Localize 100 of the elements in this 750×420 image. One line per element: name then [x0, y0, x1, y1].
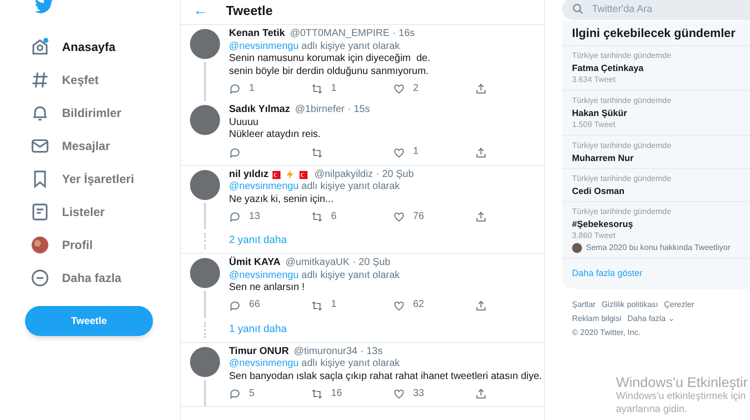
trend-item[interactable]: Türkiye tarihinde gündemde #Şebekesoruş 3.860 Tweet Sema 2020 bu konu hakkında Tweetliyor — [562, 202, 750, 259]
user-name[interactable]: Kenan Tetik — [229, 28, 285, 40]
footer-link[interactable]: Daha fazla ⌄ — [627, 312, 675, 324]
share-icon[interactable] — [475, 83, 487, 95]
trend-item[interactable]: Türkiye tarihinde gündemde Muharrem Nur — [562, 136, 750, 169]
count: 16 — [331, 388, 342, 400]
panel-title: Ilgini çekebilecek gündemler — [562, 21, 750, 46]
search-field[interactable]: Twitter'da Ara — [562, 0, 750, 20]
reply-icon[interactable] — [229, 83, 241, 95]
avatar[interactable] — [190, 346, 220, 376]
user-name[interactable]: Sadık Yılmaz — [229, 104, 290, 116]
tweet-time[interactable]: · 20 Şub — [352, 257, 390, 270]
reply-icon[interactable] — [229, 300, 241, 312]
page-title: Tweetle — [226, 2, 273, 20]
heart-icon[interactable] — [393, 211, 405, 223]
count: 5 — [249, 388, 255, 400]
activation-title: Windows'u Etkinleştir — [616, 374, 749, 391]
tweet-text: Uuuuu Nükleer ataydın reis. — [229, 116, 322, 142]
retweet-icon[interactable] — [311, 300, 323, 312]
lightning-icon — [285, 169, 296, 180]
tweet-time[interactable]: · 20 Şub — [376, 168, 414, 181]
mention-link[interactable]: @nevsinmengu — [229, 358, 299, 369]
reply-context: @nevsinmengu adlı kişiye yanıt olarak — [229, 181, 401, 194]
trend-item[interactable]: Türkiye tarihinde gündemde Hakan Şükür 1.509 Tweet — [562, 91, 750, 136]
footer-link[interactable]: Reklam bilgisi — [572, 312, 622, 324]
avatar[interactable] — [190, 105, 220, 135]
count: 1 — [249, 82, 255, 96]
heart-icon[interactable] — [393, 300, 405, 312]
retweet-icon[interactable] — [311, 83, 323, 95]
count: 1 — [331, 82, 337, 96]
tweet-text: Ne yazık ki, senin için... — [229, 194, 334, 206]
reply-context: @nevsinmengu adlı kişiye yanıt olarak — [229, 270, 401, 282]
count: 2 — [413, 82, 419, 96]
search-icon — [572, 3, 584, 15]
count: 13 — [249, 210, 260, 224]
count: 66 — [249, 299, 260, 312]
user-handle[interactable]: @0TT0MAN_EMPIRE — [290, 28, 390, 40]
more-replies-link[interactable]: 2 yanıt daha — [229, 233, 287, 249]
trend-item[interactable]: Türkiye tarihinde gündemde Cedi Osman — [562, 169, 750, 202]
footer-link[interactable]: Şartlar — [572, 298, 596, 310]
nav-item[interactable]: Daha fazla — [30, 261, 180, 294]
footer-link[interactable]: Çerezler — [664, 298, 694, 310]
avatar[interactable] — [190, 170, 220, 200]
user-name[interactable]: nil yıldız — [229, 168, 268, 181]
retweet-icon[interactable] — [311, 146, 323, 158]
reply-icon[interactable] — [229, 211, 241, 223]
nav-item[interactable]: Profil — [30, 228, 180, 261]
retweet-icon[interactable] — [311, 388, 323, 400]
tweet-text: Sen banyodan ıslak saçla çıkıp rahat rahat ihanet tweetleri atasın diye. — [229, 370, 543, 383]
user-name[interactable]: Timur ONUR — [229, 346, 289, 358]
reply-icon[interactable] — [229, 146, 241, 158]
user-handle[interactable]: @umitkayaUK — [286, 257, 350, 270]
heart-icon[interactable] — [393, 388, 405, 400]
reply-icon[interactable] — [229, 388, 241, 400]
tweet-time[interactable]: · 16s — [392, 28, 415, 40]
flag-icon — [298, 170, 310, 179]
nav-item[interactable]: Mesajlar — [30, 129, 180, 162]
avatar[interactable] — [190, 258, 220, 288]
nav-item[interactable]: Listeler — [30, 195, 180, 228]
tweet-time[interactable]: · 13s — [360, 346, 383, 358]
hashtag-icon — [30, 70, 50, 90]
heart-icon[interactable] — [393, 146, 405, 158]
share-icon[interactable] — [475, 211, 487, 223]
tweet-button[interactable]: Tweetle — [25, 306, 153, 336]
user-handle[interactable]: @1birnefer — [294, 104, 345, 116]
mention-link[interactable]: @nevsinmengu — [229, 270, 299, 280]
count: 76 — [413, 210, 424, 224]
share-icon[interactable] — [475, 300, 487, 312]
retweet-icon[interactable] — [311, 211, 323, 223]
nav-item[interactable]: Keşfet — [30, 63, 180, 96]
reply-context: @nevsinmengu adlı kişiye yanıt olarak — [229, 358, 401, 370]
mention-link[interactable]: @nevsinmengu — [229, 181, 299, 192]
nav-item[interactable]: Bildirimler — [30, 96, 180, 129]
count: 33 — [413, 388, 424, 400]
share-icon[interactable] — [475, 388, 487, 400]
nav-item[interactable]: Yer İşaretleri — [30, 162, 180, 195]
count: 1 — [413, 146, 419, 159]
nav-item[interactable]: Anasayfa — [30, 30, 180, 63]
reply-context: @nevsinmengu adlı kişiye yanıt olarak — [229, 40, 401, 53]
user-name[interactable]: Ümit KAYA — [229, 257, 280, 270]
footer-link[interactable]: Gizlilik politikası — [602, 298, 658, 310]
mention-link[interactable]: @nevsinmengu — [229, 40, 299, 52]
user-handle[interactable]: @timuronur34 — [294, 346, 358, 358]
tweet-time[interactable]: · 15s — [348, 104, 370, 116]
copyright-text: © 2020 Twitter, Inc. — [572, 326, 640, 338]
activation-text: ayarlarına gidin. — [616, 404, 688, 416]
trend-item[interactable]: Türkiye tarihinde gündemde Fatma Çetinkaya 3.634 Tweet — [562, 46, 750, 91]
more-replies-link[interactable]: 1 yanıt daha — [229, 322, 287, 338]
flag-icon — [271, 170, 282, 179]
tweet-text: Senin namusunu korumak için diyeceğim de. senin böyle bir derdin olduğunu sanmıyorum. — [229, 53, 432, 78]
activation-text: Windows'u etkinleştirmek için — [616, 391, 747, 404]
heart-icon[interactable] — [393, 83, 405, 95]
share-icon[interactable] — [475, 146, 487, 158]
avatar[interactable] — [190, 29, 220, 59]
avatar-icon — [30, 234, 50, 254]
count: 62 — [413, 299, 424, 312]
back-button[interactable]: ← — [193, 0, 208, 22]
show-more-link[interactable]: Daha fazla göster — [562, 259, 750, 288]
tweet-text: Sen ne anlarsın ! — [229, 282, 306, 294]
user-handle[interactable]: @nilpakyildiz — [314, 168, 373, 181]
